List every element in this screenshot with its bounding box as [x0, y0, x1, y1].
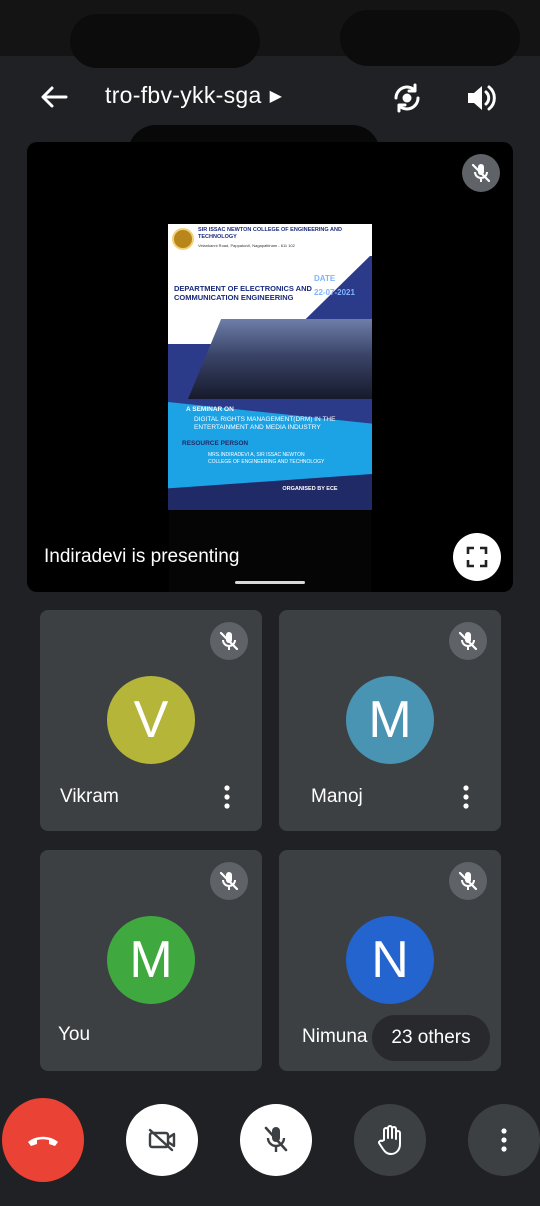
redacted-area	[70, 14, 260, 68]
poster-resource-person: MRS.INDIRADEVI A, SIR ISSAC NEWTON COLLE…	[208, 452, 325, 465]
status-bar	[0, 0, 540, 68]
participant-name: Vikram	[60, 786, 119, 807]
more-options-button[interactable]	[468, 1104, 540, 1176]
swipe-handle[interactable]	[235, 581, 305, 584]
mic-off-icon	[449, 622, 487, 660]
participant-tile-you[interactable]: M You	[40, 850, 262, 1071]
switch-camera-icon[interactable]	[386, 78, 428, 118]
mic-off-icon	[210, 862, 248, 900]
meeting-code[interactable]: tro-fbv-ykk-sga ▶	[105, 82, 282, 109]
more-options-icon[interactable]	[451, 780, 481, 814]
presentation-view[interactable]: SIR ISSAC NEWTON COLLEGE OF ENGINEERING …	[27, 142, 513, 592]
participant-name: You	[58, 1024, 91, 1045]
mic-toggle-button[interactable]	[240, 1104, 312, 1176]
more-options-icon[interactable]	[212, 780, 242, 814]
redacted-area	[340, 10, 520, 66]
mic-off-icon	[449, 862, 487, 900]
camera-toggle-button[interactable]	[126, 1104, 198, 1176]
poster-date-label: DATE	[314, 274, 336, 283]
participant-name: Nimuna	[302, 1026, 368, 1047]
avatar: M	[346, 676, 434, 764]
back-arrow-icon[interactable]	[34, 80, 74, 114]
presenting-label: Indiradevi is presenting	[44, 546, 240, 567]
caret-right-icon: ▶	[269, 87, 283, 105]
end-call-button[interactable]	[2, 1098, 84, 1182]
avatar: M	[107, 916, 195, 1004]
shared-poster: SIR ISSAC NEWTON COLLEGE OF ENGINEERING …	[168, 224, 372, 510]
avatar: V	[107, 676, 195, 764]
raise-hand-button[interactable]	[354, 1104, 426, 1176]
poster-resource-label: RESOURCE PERSON	[182, 440, 249, 447]
poster-seminar-label: A SEMINAR ON	[186, 406, 234, 413]
college-logo	[172, 228, 194, 250]
top-bar: tro-fbv-ykk-sga ▶	[0, 62, 540, 132]
fullscreen-icon[interactable]	[453, 533, 501, 581]
others-count-chip[interactable]: 23 others	[372, 1015, 490, 1061]
participant-tile-vikram[interactable]: V Vikram	[40, 610, 262, 831]
participant-name: Manoj	[311, 786, 363, 807]
mic-off-icon	[210, 622, 248, 660]
poster-department: DEPARTMENT OF ELECTRONICS AND COMMUNICAT…	[174, 284, 312, 302]
poster-address: Velankanni Road, Pappakovil, Nagapattina…	[198, 243, 295, 248]
poster-college: SIR ISSAC NEWTON COLLEGE OF ENGINEERING …	[198, 227, 342, 240]
participant-tile-manoj[interactable]: M Manoj	[279, 610, 501, 831]
poster-organiser: ORGANISED BY ECE	[282, 486, 338, 492]
poster-topic: DIGITAL RIGHTS MANAGEMENT(DRM) IN THE EN…	[194, 416, 336, 431]
poster-date-value: 22-07-2021	[314, 288, 355, 297]
avatar: N	[346, 916, 434, 1004]
meeting-code-text: tro-fbv-ykk-sga	[105, 82, 262, 108]
speaker-icon[interactable]	[460, 78, 502, 118]
mic-off-icon	[462, 154, 500, 192]
